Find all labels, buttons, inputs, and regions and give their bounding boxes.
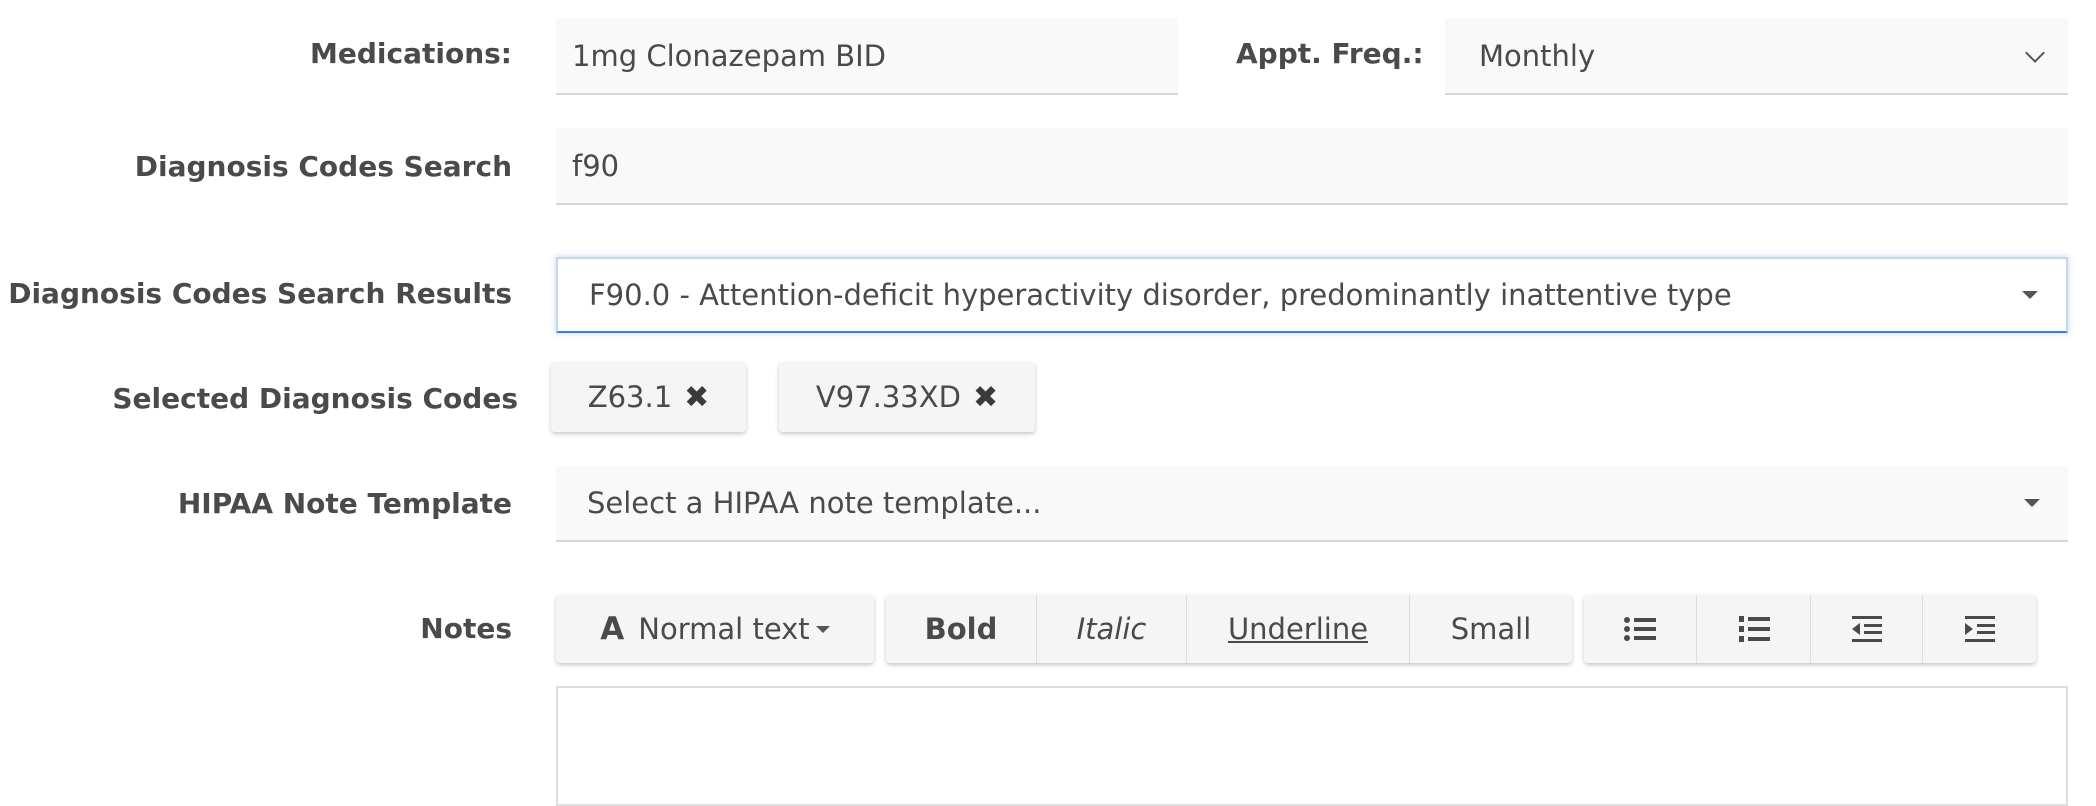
medications-input[interactable]: 1mg Clonazepam BID bbox=[556, 18, 1178, 95]
numbered-list-button[interactable] bbox=[1697, 595, 1811, 663]
dx-results-label: Diagnosis Codes Search Results bbox=[8, 277, 512, 310]
close-icon[interactable]: ✖ bbox=[973, 380, 998, 415]
font-icon: A bbox=[600, 611, 625, 647]
small-button[interactable]: Small bbox=[1410, 595, 1572, 663]
close-icon[interactable]: ✖ bbox=[684, 380, 709, 415]
dx-search-label: Diagnosis Codes Search bbox=[134, 150, 512, 183]
format-label: Normal text bbox=[638, 612, 810, 646]
medications-value: 1mg Clonazepam BID bbox=[572, 38, 887, 73]
caret-down-icon bbox=[2022, 291, 2038, 299]
appt-freq-select[interactable]: Monthly bbox=[1445, 18, 2068, 95]
diagnosis-chip: V97.33XD ✖ bbox=[779, 362, 1035, 432]
appt-freq-value: Monthly bbox=[1479, 38, 1596, 73]
selected-codes-label: Selected Diagnosis Codes bbox=[112, 382, 518, 415]
chip-code: Z63.1 bbox=[587, 380, 673, 414]
text-style-group: Bold Italic Underline Small bbox=[886, 595, 1572, 663]
underline-button[interactable]: Underline bbox=[1187, 595, 1410, 663]
text-format-group: A Normal text bbox=[556, 595, 874, 663]
outdent-icon bbox=[1851, 616, 1882, 642]
appt-freq-label: Appt. Freq.: bbox=[1236, 37, 1424, 70]
notes-label: Notes bbox=[420, 612, 512, 645]
dx-search-value: f90 bbox=[572, 148, 620, 183]
italic-button[interactable]: Italic bbox=[1037, 595, 1187, 663]
indent-button[interactable] bbox=[1923, 595, 2036, 663]
caret-down-icon bbox=[815, 625, 830, 633]
dx-results-select[interactable]: F90.0 - Attention-deficit hyperactivity … bbox=[556, 257, 2068, 333]
bulleted-list-icon bbox=[1624, 617, 1656, 641]
list-group bbox=[1584, 595, 2036, 663]
hipaa-label: HIPAA Note Template bbox=[177, 487, 512, 520]
numbered-list-icon bbox=[1738, 616, 1770, 642]
chip-code: V97.33XD bbox=[815, 380, 961, 414]
indent-icon bbox=[1964, 616, 1995, 642]
bold-button[interactable]: Bold bbox=[886, 595, 1037, 663]
hipaa-placeholder: Select a HIPAA note template... bbox=[587, 486, 1042, 520]
caret-down-icon bbox=[2024, 499, 2040, 507]
text-format-dropdown[interactable]: A Normal text bbox=[556, 595, 874, 663]
dx-results-value: F90.0 - Attention-deficit hyperactivity … bbox=[589, 278, 1732, 312]
bulleted-list-button[interactable] bbox=[1584, 595, 1697, 663]
outdent-button[interactable] bbox=[1811, 595, 1923, 663]
chevron-down-icon bbox=[2025, 42, 2045, 63]
dx-search-input[interactable]: f90 bbox=[556, 128, 2068, 205]
medications-label: Medications: bbox=[309, 37, 512, 70]
notes-editor[interactable] bbox=[556, 686, 2068, 806]
diagnosis-chip: Z63.1 ✖ bbox=[551, 362, 746, 432]
hipaa-template-select[interactable]: Select a HIPAA note template... bbox=[556, 466, 2068, 542]
